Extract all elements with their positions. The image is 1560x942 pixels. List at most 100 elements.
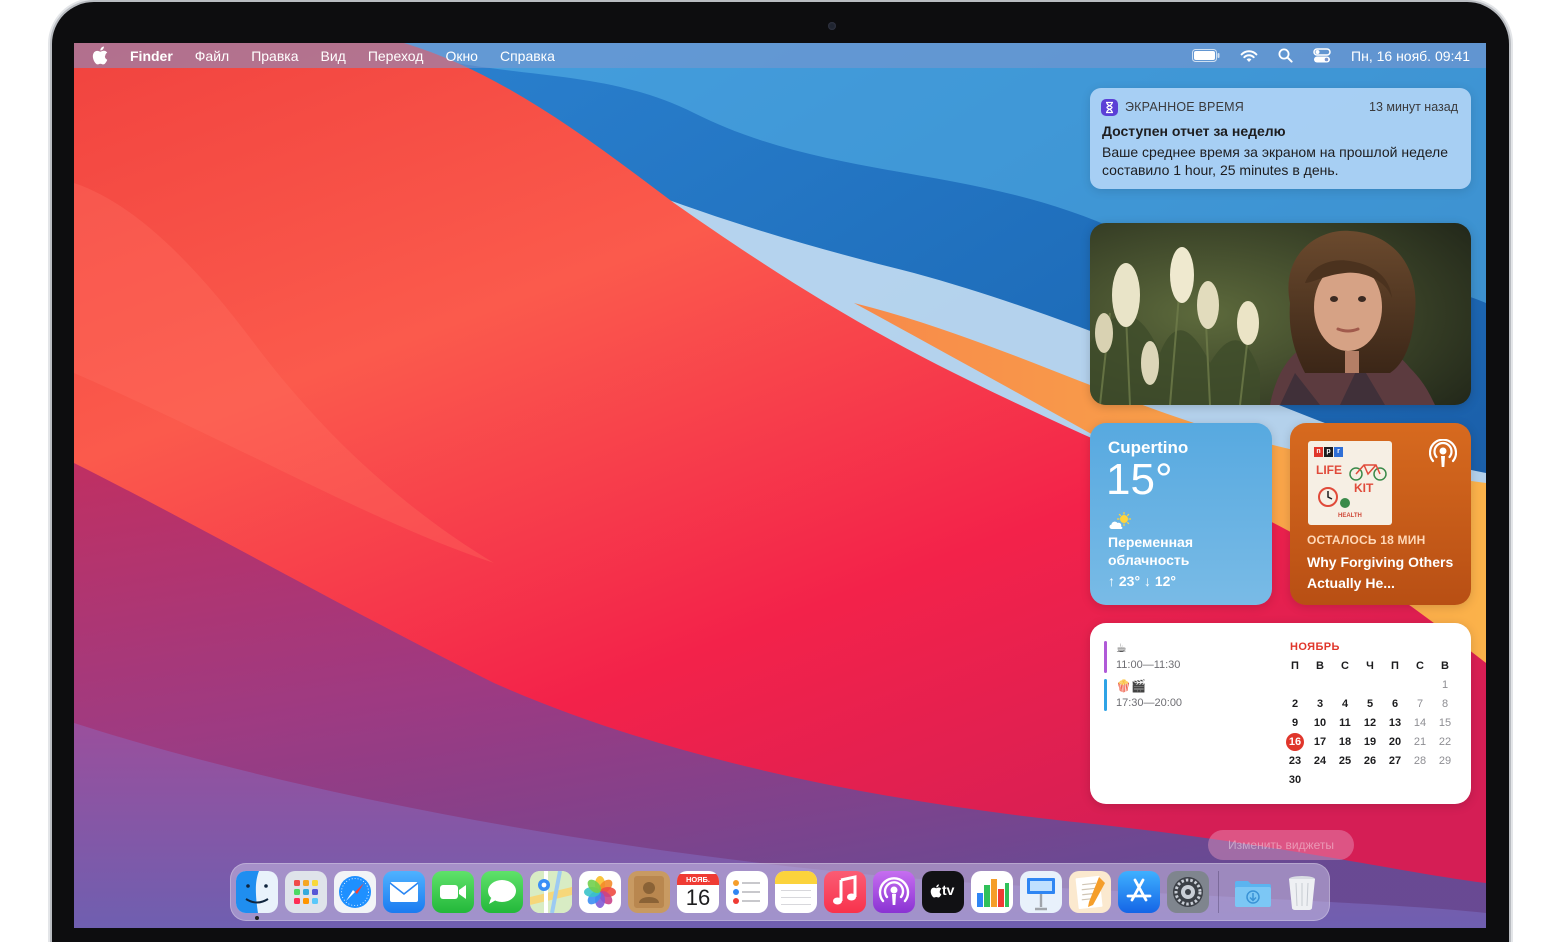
menu-view[interactable]: Вид [321, 48, 346, 64]
dock-finder[interactable] [236, 871, 278, 913]
apple-logo-icon[interactable] [92, 46, 108, 65]
menu-go[interactable]: Переход [368, 48, 424, 64]
dock-mail[interactable] [383, 871, 425, 913]
calendar-day[interactable]: 9 [1285, 714, 1305, 732]
notification-app-name: ЭКРАННОЕ ВРЕМЯ [1125, 100, 1244, 114]
calendar-day[interactable]: 25 [1335, 752, 1355, 770]
calendar-day[interactable]: 22 [1435, 733, 1455, 751]
podcast-widget[interactable]: n p r LIFE KIT HEALTH ОСТАЛОСЬ 18 МИН Wh… [1290, 423, 1471, 605]
calendar-day[interactable]: 27 [1385, 752, 1405, 770]
calendar-day[interactable]: 13 [1385, 714, 1405, 732]
event-color-bar [1104, 679, 1107, 711]
dock-music[interactable] [824, 871, 866, 913]
dock-keynote[interactable] [1020, 871, 1062, 913]
weather-range: ↑ 23° ↓ 12° [1108, 573, 1177, 589]
dock-numbers[interactable] [971, 871, 1013, 913]
calendar-day[interactable]: 10 [1310, 714, 1330, 732]
desktop-screen: Finder Файл Правка Вид Переход Окно Спра… [74, 43, 1486, 928]
reminders-icon [733, 880, 760, 904]
search-icon[interactable] [1278, 48, 1293, 63]
calendar-day[interactable]: 11 [1335, 714, 1355, 732]
menu-edit[interactable]: Правка [251, 48, 298, 64]
dock: НОЯБ. 16 tv [230, 863, 1330, 921]
calendar-day[interactable]: 5 [1360, 695, 1380, 713]
notification-time: 13 минут назад [1369, 100, 1458, 114]
wifi-icon[interactable] [1240, 49, 1258, 63]
apple-tv-logo-icon [930, 884, 942, 898]
calendar-widget[interactable]: ☕ 11:00—11:30 🍿🎬 17:30—20:00 НОЯБРЬ П В С Ч… [1090, 623, 1471, 804]
podcast-episode-title: Why Forgiving Others Actually He... [1307, 554, 1454, 591]
dock-messages[interactable] [481, 871, 523, 913]
dock-trash[interactable] [1281, 871, 1323, 913]
calendar-day[interactable]: 24 [1310, 752, 1330, 770]
dock-facetime[interactable] [432, 871, 474, 913]
menu-file[interactable]: Файл [195, 48, 229, 64]
calendar-day[interactable]: 29 [1435, 752, 1455, 770]
dock-notes[interactable] [775, 871, 817, 913]
calendar-day[interactable]: 8 [1435, 695, 1455, 713]
calendar-day[interactable]: 19 [1360, 733, 1380, 751]
calendar-day[interactable]: 2 [1285, 695, 1305, 713]
edit-widgets-button[interactable]: Изменить виджеты [1208, 830, 1354, 860]
calendar-day[interactable]: 23 [1285, 752, 1305, 770]
dock-contacts[interactable] [628, 871, 670, 913]
screen-time-notification[interactable]: ЭКРАННОЕ ВРЕМЯ 13 минут назад Доступен о… [1090, 88, 1471, 189]
weather-widget[interactable]: Cupertino 15° Переменная облачность ↑ 23… [1090, 423, 1272, 605]
dock-system-preferences[interactable] [1167, 871, 1209, 913]
messages-icon [488, 880, 516, 904]
dock-app-store[interactable] [1118, 871, 1160, 913]
podcast-remaining: ОСТАЛОСЬ 18 МИН [1307, 533, 1426, 547]
calendar-day[interactable]: 4 [1335, 695, 1355, 713]
menu-window[interactable]: Окно [445, 48, 478, 64]
music-icon [833, 875, 857, 905]
calendar-day[interactable]: 12 [1360, 714, 1380, 732]
dock-calendar-day: 16 [685, 885, 711, 910]
calendar-day[interactable]: 18 [1335, 733, 1355, 751]
calendar-day[interactable]: 21 [1410, 733, 1430, 751]
dock-maps[interactable] [530, 871, 572, 913]
npr-logo: n p r [1314, 447, 1344, 457]
menu-help[interactable]: Справка [500, 48, 555, 64]
podcast-artwork: n p r LIFE KIT HEALTH [1308, 441, 1392, 525]
battery-icon[interactable] [1192, 49, 1220, 62]
menu-clock[interactable]: Пн, 16 нояб. 09:41 [1351, 48, 1470, 64]
camera [828, 22, 836, 30]
dock-pages[interactable] [1069, 871, 1111, 913]
calendar-day[interactable]: 26 [1360, 752, 1380, 770]
keynote-icon [1027, 878, 1055, 911]
calendar-day[interactable]: 20 [1385, 733, 1405, 751]
weather-condition: Переменная облачность [1108, 534, 1194, 568]
calendar-day[interactable]: 28 [1410, 752, 1430, 770]
dock-podcasts[interactable] [873, 871, 915, 913]
dock-photos[interactable] [579, 871, 621, 913]
event-time: 17:30—20:00 [1116, 697, 1183, 709]
calendar-day[interactable]: 1 [1435, 676, 1455, 694]
trash-icon [1289, 876, 1315, 910]
hourglass-icon [1106, 101, 1113, 114]
dock-tv[interactable]: tv [922, 871, 964, 913]
calendar-day[interactable]: 14 [1410, 714, 1430, 732]
dock-safari[interactable] [334, 871, 376, 913]
control-center-icon[interactable] [1313, 48, 1331, 63]
calendar-weekday: С [1341, 660, 1349, 672]
calendar-day[interactable]: 6 [1385, 695, 1405, 713]
calendar-day[interactable]: 7 [1410, 695, 1430, 713]
maps-icon [530, 871, 572, 913]
calendar-day[interactable]: 3 [1310, 695, 1330, 713]
event-title: ☕ [1116, 641, 1127, 655]
calendar-today[interactable]: 16 [1286, 733, 1304, 751]
calendar-day[interactable]: 17 [1310, 733, 1330, 751]
app-store-icon [1126, 878, 1152, 902]
menu-app-finder[interactable]: Finder [130, 48, 173, 64]
dock-reminders[interactable] [726, 871, 768, 913]
photos-widget[interactable] [1090, 223, 1471, 405]
artwork-footer: HEALTH [1338, 513, 1362, 519]
calendar-day[interactable]: 15 [1435, 714, 1455, 732]
calendar-day[interactable]: 30 [1285, 771, 1305, 789]
calendar-weekday: П [1391, 660, 1399, 672]
dock-launchpad[interactable] [285, 871, 327, 913]
dock-downloads[interactable] [1232, 871, 1274, 913]
notes-icon [775, 871, 817, 905]
dock-calendar[interactable]: НОЯБ. 16 [677, 871, 719, 913]
event-title: 🍿🎬 [1116, 679, 1146, 693]
